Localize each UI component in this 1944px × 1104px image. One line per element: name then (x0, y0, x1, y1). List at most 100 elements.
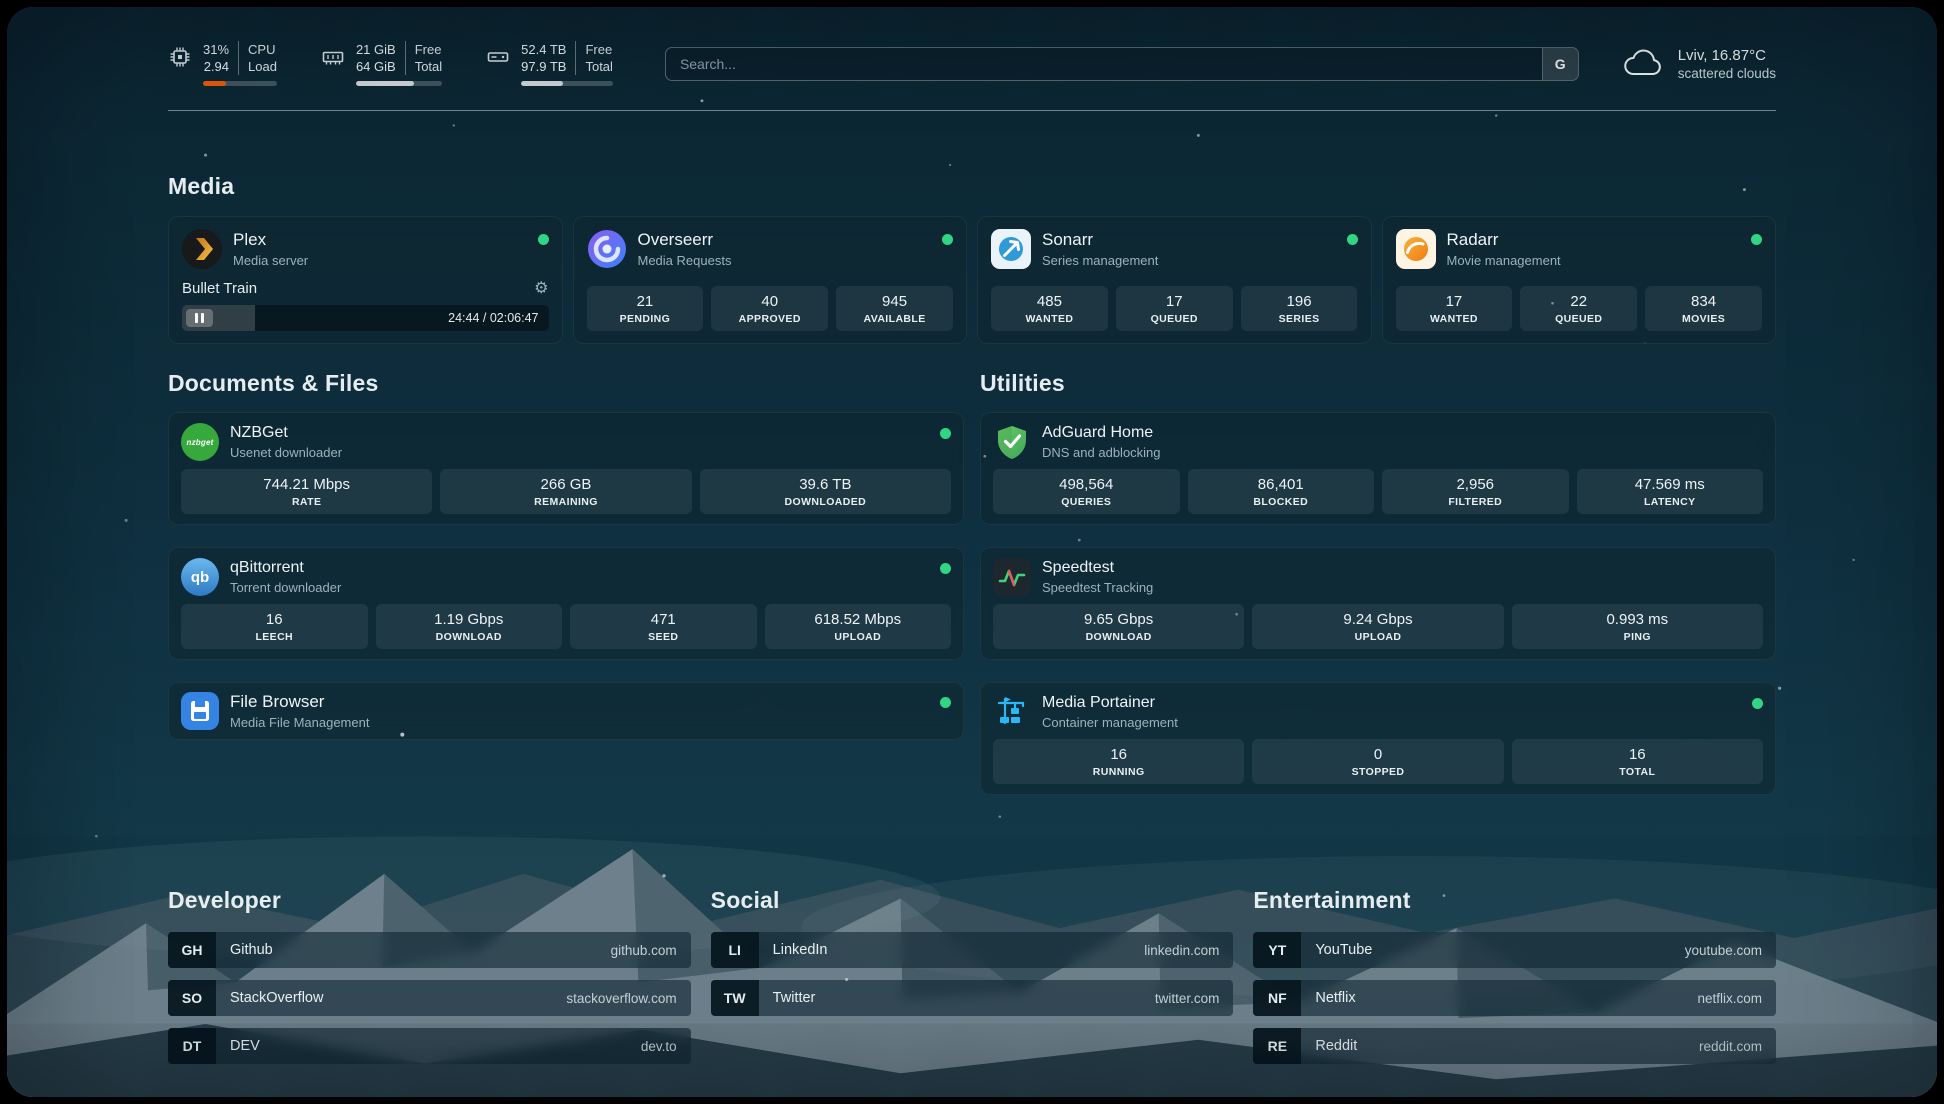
nzbget-stats: 744.21 Mbps RATE 266 GB REMAINING 39.6 T… (181, 469, 951, 514)
system-stats: 31% 2.94 CPU Load (168, 41, 613, 86)
service-name: AdGuard Home (1042, 424, 1161, 442)
disk-total-value: 97.9 TB (521, 58, 566, 75)
utilities-cards: AdGuard Home DNS and adblocking 498,564 … (980, 412, 1776, 795)
stat-label: STOPPED (1256, 766, 1499, 778)
now-playing-title: Bullet Train (182, 280, 257, 297)
bookmark-name: StackOverflow (230, 990, 323, 1006)
portainer-stats: 16 RUNNING 0 STOPPED 16 TOTAL (993, 739, 1763, 784)
search-engine-button[interactable]: G (1542, 48, 1578, 80)
stat-label: FILTERED (1386, 496, 1565, 508)
developer-bookmarks: GH Github github.com SO StackOverflow st… (168, 932, 691, 1064)
adguard-card[interactable]: AdGuard Home DNS and adblocking 498,564 … (980, 412, 1776, 525)
portainer-titles: Media Portainer Container management (1042, 694, 1178, 730)
playback-progress-bar[interactable]: 24:44 / 02:06:47 (182, 305, 549, 331)
service-name: Radarr (1447, 230, 1561, 250)
nzbget-card[interactable]: nzbget NZBGet Usenet downloader 744.21 M… (168, 412, 964, 525)
memory-usage-fill (356, 81, 414, 86)
status-indicator (940, 563, 951, 574)
status-indicator (1751, 234, 1762, 245)
memory-total-value: 64 GiB (356, 58, 396, 75)
cpu-chip-icon (168, 45, 192, 69)
plex-icon (182, 229, 222, 269)
stat-upload: 9.24 Gbps UPLOAD (1252, 604, 1503, 649)
stat-running: 16 RUNNING (993, 739, 1244, 784)
stat-queries: 498,564 QUERIES (993, 469, 1180, 514)
stat-filtered: 2,956 FILTERED (1382, 469, 1569, 514)
bookmark-stackoverflow[interactable]: SO StackOverflow stackoverflow.com (168, 980, 691, 1016)
memory-usage-bar (356, 81, 442, 86)
memory-values: 21 GiB 64 GiB (356, 41, 396, 75)
stat-total: 16 TOTAL (1512, 739, 1763, 784)
cpu-values: 31% 2.94 (203, 41, 229, 75)
service-description: Media Requests (638, 253, 732, 268)
section-documents: Documents & Files nzbget NZBGet Usenet d… (168, 344, 964, 762)
disk-stat: 52.4 TB 97.9 TB Free Total (486, 41, 613, 86)
stat-label: LEECH (185, 631, 364, 643)
bookmark-dev[interactable]: DT DEV dev.to (168, 1028, 691, 1064)
bookmark-youtube[interactable]: YT YouTube youtube.com (1253, 932, 1776, 968)
stackoverflow-badge: SO (168, 980, 216, 1016)
stat-value: 22 (1524, 293, 1633, 311)
stat-value: 16 (1516, 746, 1759, 764)
memory-labels: Free Total (405, 41, 442, 75)
memory-free-value: 21 GiB (356, 41, 396, 58)
service-name: NZBGet (230, 424, 342, 442)
documents-cards: nzbget NZBGet Usenet downloader 744.21 M… (168, 412, 964, 740)
bookmark-url: reddit.com (1699, 1039, 1762, 1054)
section-utilities: Utilities (980, 344, 1776, 817)
qbittorrent-card-header: qb qBittorrent Torrent downloader (181, 558, 951, 596)
stat-queued: 17 QUEUED (1116, 286, 1233, 331)
search-input[interactable] (666, 48, 1542, 80)
portainer-card[interactable]: Media Portainer Container management 16 … (980, 682, 1776, 795)
speedtest-card[interactable]: Speedtest Speedtest Tracking 9.65 Gbps D… (980, 547, 1776, 660)
disk-usage-fill (521, 81, 563, 86)
qbittorrent-card[interactable]: qb qBittorrent Torrent downloader 16 (168, 547, 964, 660)
stat-value: 945 (840, 293, 949, 311)
filebrowser-card[interactable]: File Browser Media File Management (168, 682, 964, 740)
stat-wanted: 485 WANTED (991, 286, 1108, 331)
portainer-card-header: Media Portainer Container management (993, 693, 1763, 731)
stat-label: APPROVED (715, 313, 824, 325)
service-description: Movie management (1447, 253, 1561, 268)
stat-value: 485 (995, 293, 1104, 311)
sonarr-card[interactable]: Sonarr Series management 485 WANTED 17 Q… (977, 216, 1372, 344)
stat-label: DOWNLOADED (704, 496, 947, 508)
stat-value: 498,564 (997, 476, 1176, 494)
stat-wanted: 17 WANTED (1396, 286, 1513, 331)
plex-titles: Plex Media server (233, 230, 308, 268)
stat-label: AVAILABLE (840, 313, 949, 325)
bookmark-linkedin[interactable]: LI LinkedIn linkedin.com (711, 932, 1234, 968)
disk-labels: Free Total (575, 41, 612, 75)
radarr-titles: Radarr Movie management (1447, 230, 1561, 268)
cpu-block: 31% 2.94 CPU Load (203, 41, 277, 86)
bookmark-url: netflix.com (1697, 991, 1762, 1006)
overseerr-card-header: Overseerr Media Requests (587, 229, 954, 269)
stat-value: 39.6 TB (704, 476, 947, 494)
qbittorrent-stats: 16 LEECH 1.19 Gbps DOWNLOAD 471 SEED (181, 604, 951, 649)
gear-icon[interactable]: ⚙ (534, 281, 548, 297)
service-name: File Browser (230, 692, 369, 712)
bookmark-name: Twitter (773, 990, 816, 1006)
stat-value: 86,401 (1192, 476, 1371, 494)
bookmark-netflix[interactable]: NF Netflix netflix.com (1253, 980, 1776, 1016)
bookmark-reddit[interactable]: RE Reddit reddit.com (1253, 1028, 1776, 1064)
stat-label: SEED (574, 631, 753, 643)
sonarr-stats: 485 WANTED 17 QUEUED 196 SERIES (991, 286, 1358, 331)
bookmark-twitter[interactable]: TW Twitter twitter.com (711, 980, 1234, 1016)
qbittorrent-titles: qBittorrent Torrent downloader (230, 559, 341, 595)
service-name: Speedtest (1042, 559, 1153, 577)
stat-rate: 744.21 Mbps RATE (181, 469, 432, 514)
pause-button[interactable] (186, 309, 213, 327)
qbittorrent-icon: qb (181, 558, 219, 596)
stat-available: 945 AVAILABLE (836, 286, 953, 331)
overseerr-card[interactable]: Overseerr Media Requests 21 PENDING 40 A… (573, 216, 968, 344)
playback-time: 24:44 / 02:06:47 (448, 311, 548, 325)
service-description: Speedtest Tracking (1042, 580, 1153, 595)
weather-condition: scattered clouds (1678, 66, 1776, 81)
radarr-card[interactable]: Radarr Movie management 17 WANTED 22 QUE… (1382, 216, 1777, 344)
plex-card[interactable]: Plex Media server Bullet Train ⚙ (168, 216, 563, 344)
stat-value: 0 (1256, 746, 1499, 764)
stat-label: UPLOAD (769, 631, 948, 643)
bookmark-url: dev.to (641, 1039, 677, 1054)
bookmark-github[interactable]: GH Github github.com (168, 932, 691, 968)
